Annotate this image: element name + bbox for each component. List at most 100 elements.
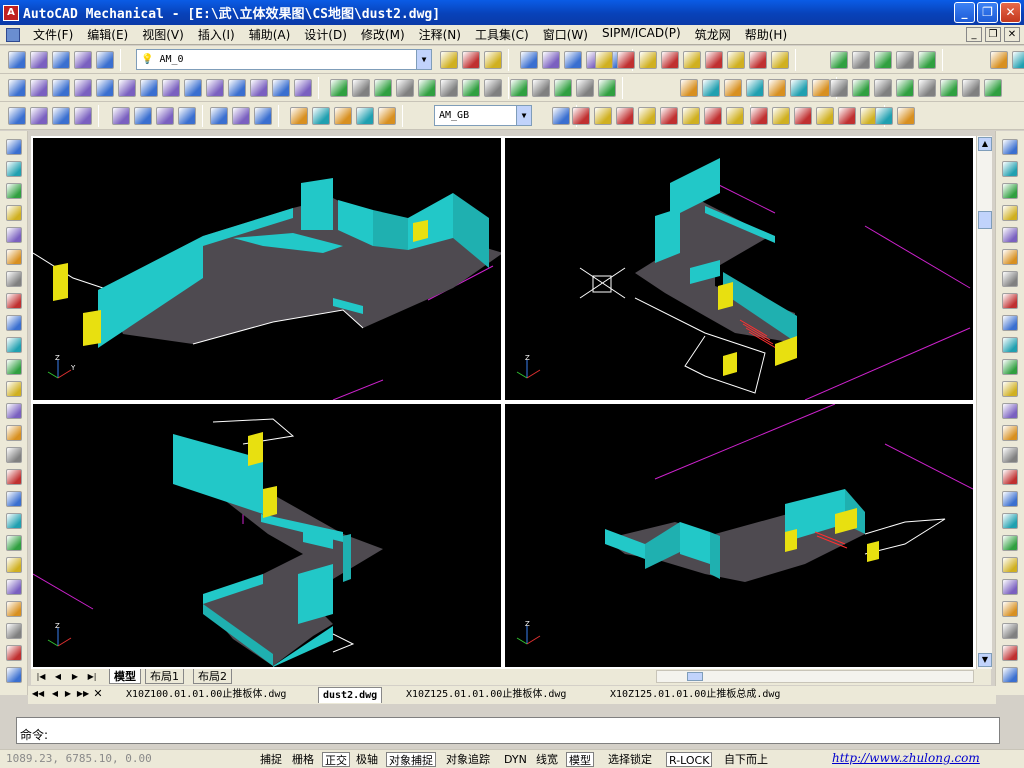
draw-tool-icon[interactable] (1002, 447, 1018, 463)
menu-item-11[interactable]: 筑龙网 (688, 26, 738, 43)
prev-tab-icon[interactable]: ◀ (51, 670, 65, 683)
layout-tab-2[interactable]: 布局2 (193, 669, 232, 684)
standard-tool-icon[interactable] (1012, 51, 1024, 69)
standard-tool-icon[interactable] (705, 51, 723, 69)
left-tool-icon[interactable] (6, 425, 22, 441)
standard-tool-icon[interactable] (462, 51, 480, 69)
menu-item-5[interactable]: 设计(D) (297, 26, 354, 43)
status-extra-1[interactable]: R-LOCK (666, 752, 713, 767)
view-tool-icon[interactable] (374, 79, 392, 97)
standard-tool-icon[interactable] (683, 51, 701, 69)
dimension-tool-icon[interactable] (682, 107, 700, 125)
autocad-app-icon[interactable]: A (3, 4, 19, 21)
view-tool-icon[interactable] (228, 79, 246, 97)
left-tool-icon[interactable] (6, 227, 22, 243)
view-tool-icon[interactable] (74, 79, 92, 97)
last-tab-icon[interactable]: ▶| (85, 670, 99, 683)
drawing-area[interactable]: Z Y Z Z Z (31, 136, 976, 669)
status-toggle-0[interactable]: 捕捉 (258, 752, 284, 767)
next-tab-icon[interactable]: ▶ (68, 670, 82, 683)
view-tool-icon[interactable] (830, 79, 848, 97)
dimension-tool-icon[interactable] (726, 107, 744, 125)
view-tool-icon[interactable] (8, 79, 26, 97)
standard-tool-icon[interactable] (30, 51, 48, 69)
standard-tool-icon[interactable] (564, 51, 582, 69)
view-tool-icon[interactable] (702, 79, 720, 97)
layout-tab-0[interactable]: 模型 (109, 669, 141, 684)
standard-tool-icon[interactable] (639, 51, 657, 69)
left-tool-icon[interactable] (6, 601, 22, 617)
left-tool-icon[interactable] (6, 557, 22, 573)
left-tool-icon[interactable] (6, 579, 22, 595)
draw-tool-icon[interactable] (1002, 601, 1018, 617)
menu-item-7[interactable]: 注释(N) (412, 26, 468, 43)
draw-tool-icon[interactable] (1002, 667, 1018, 683)
left-tool-icon[interactable] (6, 447, 22, 463)
layer-combo[interactable]: 💡 AM_0 ▼ (136, 49, 432, 70)
view-tool-icon[interactable] (812, 79, 830, 97)
dimension-tool-icon[interactable] (112, 107, 130, 125)
left-tool-icon[interactable] (6, 403, 22, 419)
draw-tool-icon[interactable] (1002, 271, 1018, 287)
dimension-tool-icon[interactable] (750, 107, 768, 125)
view-tool-icon[interactable] (576, 79, 594, 97)
standard-tool-icon[interactable] (749, 51, 767, 69)
doc-close-button[interactable]: ✕ (1004, 27, 1020, 42)
draw-tool-icon[interactable] (1002, 315, 1018, 331)
dimension-tool-icon[interactable] (8, 107, 26, 125)
standard-tool-icon[interactable] (520, 51, 538, 69)
view-tool-icon[interactable] (330, 79, 348, 97)
viewport-top-right[interactable]: Z (505, 138, 973, 400)
view-tool-icon[interactable] (984, 79, 1002, 97)
menu-item-4[interactable]: 辅助(A) (242, 26, 298, 43)
left-tool-icon[interactable] (6, 645, 22, 661)
dimension-tool-icon[interactable] (594, 107, 612, 125)
dimension-tool-icon[interactable] (704, 107, 722, 125)
view-tool-icon[interactable] (940, 79, 958, 97)
view-tool-icon[interactable] (680, 79, 698, 97)
dimension-tool-icon[interactable] (378, 107, 396, 125)
close-button[interactable]: ✕ (1000, 2, 1021, 23)
left-tool-icon[interactable] (6, 183, 22, 199)
left-tool-icon[interactable] (6, 513, 22, 529)
status-toggle-3[interactable]: 极轴 (354, 752, 380, 767)
standard-tool-icon[interactable] (896, 51, 914, 69)
menu-item-3[interactable]: 插入(I) (191, 26, 242, 43)
menu-item-8[interactable]: 工具集(C) (468, 26, 536, 43)
left-tool-icon[interactable] (6, 667, 22, 683)
draw-tool-icon[interactable] (1002, 205, 1018, 221)
view-tool-icon[interactable] (440, 79, 458, 97)
view-tool-icon[interactable] (184, 79, 202, 97)
doc-prev-icon[interactable]: ◀ (48, 687, 62, 700)
dimension-tool-icon[interactable] (794, 107, 812, 125)
dimension-tool-icon[interactable] (74, 107, 92, 125)
standard-tool-icon[interactable] (727, 51, 745, 69)
draw-tool-icon[interactable] (1002, 491, 1018, 507)
standard-tool-icon[interactable] (440, 51, 458, 69)
view-tool-icon[interactable] (768, 79, 786, 97)
dimstyle-dropdown-icon[interactable]: ▼ (516, 106, 531, 125)
left-tool-icon[interactable] (6, 359, 22, 375)
view-tool-icon[interactable] (852, 79, 870, 97)
dimstyle-combo[interactable]: AM_GB ▼ (434, 105, 532, 126)
status-extra-0[interactable]: 选择锁定 (606, 752, 654, 767)
dimension-tool-icon[interactable] (660, 107, 678, 125)
draw-tool-icon[interactable] (1002, 293, 1018, 309)
menu-item-2[interactable]: 视图(V) (135, 26, 191, 43)
dimension-tool-icon[interactable] (312, 107, 330, 125)
draw-tool-icon[interactable] (1002, 337, 1018, 353)
menu-item-0[interactable]: 文件(F) (26, 26, 80, 43)
standard-tool-icon[interactable] (661, 51, 679, 69)
dimension-tool-icon[interactable] (772, 107, 790, 125)
doc-tab-2[interactable]: X10Z125.01.01.00止推板体.dwg (406, 687, 566, 703)
standard-tool-icon[interactable] (918, 51, 936, 69)
layout-tab-1[interactable]: 布局1 (145, 669, 184, 684)
left-tool-icon[interactable] (6, 491, 22, 507)
view-tool-icon[interactable] (918, 79, 936, 97)
view-tool-icon[interactable] (896, 79, 914, 97)
view-tool-icon[interactable] (118, 79, 136, 97)
doc-tab-1[interactable]: dust2.dwg (318, 687, 383, 703)
standard-tool-icon[interactable] (852, 51, 870, 69)
menu-item-10[interactable]: SIPM/ICAD(P) (595, 26, 688, 43)
scroll-down-icon[interactable]: ▼ (978, 653, 992, 667)
